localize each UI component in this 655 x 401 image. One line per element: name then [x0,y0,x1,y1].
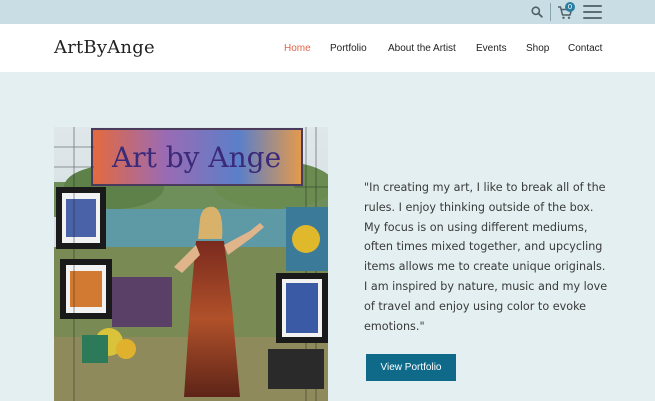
nav-item-home[interactable]: Home [284,43,311,54]
nav-item-about-the-artist[interactable]: About the Artist [388,43,456,54]
topbar-divider [550,3,551,21]
view-portfolio-button[interactable]: View Portfolio [366,354,456,381]
site-header: ArtByAnge Home Portfolio About the Artis… [0,24,655,72]
main-nav: Home Portfolio About the Artist Events S… [0,43,655,57]
search-icon[interactable] [530,5,544,19]
cart-count-badge: 0 [565,2,575,12]
nav-item-shop[interactable]: Shop [526,43,549,54]
nav-item-events[interactable]: Events [476,43,507,54]
artist-booth-photo: Art by Ange [54,127,328,401]
top-bar: 0 [0,0,655,24]
nav-item-contact[interactable]: Contact [568,43,602,54]
artist-quote: "In creating my art, I like to break all… [364,181,608,333]
hamburger-menu-icon[interactable] [583,5,602,19]
booth-banner-text: Art by Ange [111,141,281,174]
nav-item-portfolio[interactable]: Portfolio [330,43,367,54]
